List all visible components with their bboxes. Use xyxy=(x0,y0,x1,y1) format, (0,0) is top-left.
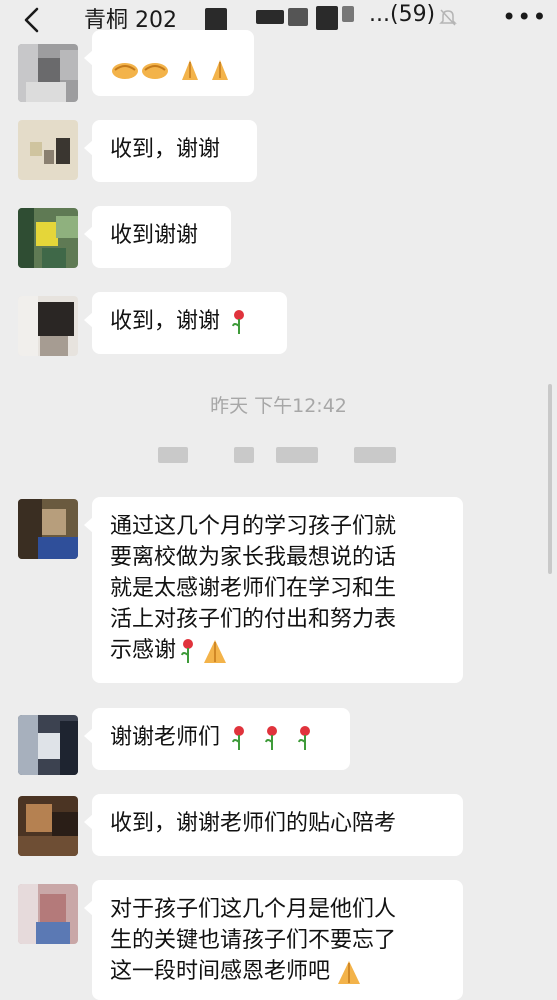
member-count-value: (59) xyxy=(389,2,436,27)
message-text: 收到，谢谢 xyxy=(110,137,221,162)
emoji-row xyxy=(112,60,228,80)
rose-emoji xyxy=(298,726,311,750)
redacted-title xyxy=(342,6,354,22)
message-text: 收到，谢谢老师们的贴心陪考 xyxy=(110,811,397,836)
message-line: 对于孩子们这几个月是他们人 xyxy=(110,897,397,922)
message-line: 活上对孩子们的付出和努力表 xyxy=(110,607,397,632)
rose-emoji xyxy=(265,726,278,750)
chat-header: 青桐 202 ...(59) ••• xyxy=(0,0,557,46)
pray-emoji xyxy=(338,961,361,984)
handshake-emoji xyxy=(112,63,138,79)
timestamp: 昨天 下午12:42 xyxy=(210,395,347,417)
avatar[interactable] xyxy=(18,499,78,559)
avatar[interactable] xyxy=(18,715,78,775)
message-text: 谢谢老师们 xyxy=(110,725,221,750)
title-ellipsis: ... xyxy=(369,2,390,27)
message-line: 通过这几个月的学习孩子们就 xyxy=(110,514,397,539)
message-line: 生的关键也请孩子们不要忘了 xyxy=(110,928,397,953)
message-bubble[interactable]: 收到谢谢 xyxy=(84,206,231,268)
pray-emoji xyxy=(204,640,227,663)
rose-emoji xyxy=(181,639,194,663)
avatar[interactable] xyxy=(18,884,78,944)
rose-emoji xyxy=(232,726,245,750)
message-line: 就是太感谢老师们在学习和生 xyxy=(110,576,397,601)
message-bubble[interactable]: 通过这几个月的学习孩子们就 要离校做为家长我最想说的话 就是太感谢老师们在学习和… xyxy=(84,497,463,683)
avatar[interactable] xyxy=(18,296,78,356)
scrollbar[interactable] xyxy=(548,384,552,574)
message-text: 收到谢谢 xyxy=(110,223,199,248)
message-bubble[interactable]: 收到，谢谢 xyxy=(84,120,257,182)
redacted-title xyxy=(288,8,308,26)
more-icon[interactable]: ••• xyxy=(502,3,547,31)
message-line: 这一段时间感恩老师吧 xyxy=(110,959,331,984)
message-bubble[interactable]: 谢谢老师们 xyxy=(84,708,350,770)
redacted-system-message xyxy=(354,447,396,463)
redacted-system-message xyxy=(158,447,188,463)
redacted-title xyxy=(316,6,338,30)
pray-emoji xyxy=(182,60,198,80)
avatar[interactable] xyxy=(18,44,78,102)
bell-muted-icon xyxy=(439,9,457,26)
avatar[interactable] xyxy=(18,208,78,268)
message-bubble[interactable]: 收到，谢谢 xyxy=(84,292,287,354)
chevron-left-icon[interactable] xyxy=(16,4,50,38)
avatar[interactable] xyxy=(18,796,78,856)
member-count: ...(59) xyxy=(369,2,435,27)
handshake-emoji xyxy=(142,63,168,79)
redacted-title xyxy=(256,10,284,24)
message-bubble[interactable]: 对于孩子们这几个月是他们人 生的关键也请孩子们不要忘了 这一段时间感恩老师吧 xyxy=(84,880,463,1000)
message-line: 示感谢 xyxy=(110,638,177,663)
avatar[interactable] xyxy=(18,120,78,180)
pray-emoji xyxy=(212,60,228,80)
redacted-system-message xyxy=(276,447,318,463)
redacted-system-message xyxy=(234,447,254,463)
message-line: 要离校做为家长我最想说的话 xyxy=(110,545,397,570)
message-bubble[interactable] xyxy=(84,30,254,96)
message-bubble[interactable]: 收到，谢谢老师们的贴心陪考 xyxy=(84,794,463,856)
rose-emoji xyxy=(232,310,245,334)
message-text: 收到，谢谢 xyxy=(110,309,221,334)
